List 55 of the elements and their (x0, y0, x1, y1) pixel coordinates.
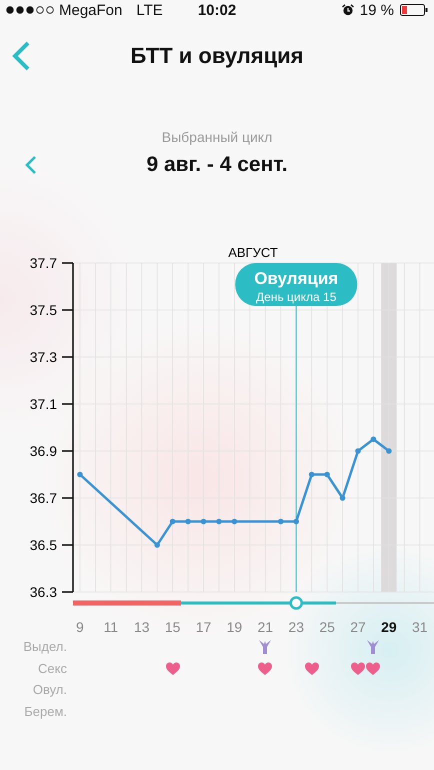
temperature-point (185, 518, 191, 524)
x-tick-label: 27 (350, 619, 366, 635)
mark-row-label: Выдел. (22, 639, 67, 654)
signal-icon (6, 6, 54, 14)
x-tick-label: 21 (258, 619, 274, 635)
temperature-point (170, 518, 176, 524)
y-tick-label: 36.3 (30, 584, 57, 600)
x-tick-label: 19 (226, 619, 242, 635)
temperature-point (232, 518, 238, 524)
battery-percent: 19 % (360, 2, 394, 18)
previous-cycle-button[interactable] (24, 154, 38, 176)
cycle-day-label: День цикла 15 (256, 290, 336, 304)
screen-title: БТТ и овуляция (130, 42, 304, 70)
clock: 10:02 (198, 2, 236, 18)
y-tick-label: 36.9 (30, 443, 57, 459)
y-tick-label: 36.7 (30, 490, 57, 506)
temperature-point (355, 448, 361, 454)
mark-row-label: Секс (37, 660, 67, 676)
x-tick-label: 17 (196, 619, 212, 635)
battery-icon (400, 4, 428, 16)
carrier-name: MegaFon (59, 2, 122, 18)
temperature-point (308, 472, 314, 478)
temperature-point (340, 495, 346, 501)
mark-row-label: Овул. (32, 682, 67, 698)
temperature-point (324, 472, 330, 478)
x-tick-label: 13 (134, 619, 150, 635)
x-tick-label: 29 (381, 619, 397, 635)
y-tick-label: 37.3 (30, 349, 57, 365)
x-tick-label: 9 (76, 619, 84, 635)
x-tick-label: 31 (412, 619, 428, 635)
chart-title: АВГУСТ (228, 245, 278, 260)
temperature-point (293, 518, 299, 524)
mark-row-label: Берем. (23, 704, 67, 719)
alarm-icon (342, 4, 354, 16)
y-tick-label: 37.5 (30, 302, 57, 318)
temperature-point (386, 448, 392, 454)
ovulation-label: Овуляция (254, 269, 338, 288)
y-tick-label: 37.7 (30, 255, 57, 271)
x-tick-label: 25 (319, 619, 335, 635)
temperature-point (216, 518, 222, 524)
network-type: LTE (136, 2, 163, 18)
x-tick-label: 23 (288, 619, 304, 635)
back-button[interactable] (10, 40, 32, 72)
x-tick-label: 11 (104, 619, 118, 635)
cycle-range: 9 авг. - 4 сент. (146, 153, 288, 177)
temperature-point (77, 472, 83, 478)
x-tick-label: 15 (164, 619, 180, 635)
temperature-point (278, 518, 284, 524)
y-tick-label: 36.5 (30, 537, 57, 553)
temperature-point (154, 542, 160, 548)
slider-thumb[interactable] (289, 596, 303, 610)
temperature-point (200, 518, 206, 524)
y-tick-label: 37.1 (30, 396, 57, 412)
temperature-point (370, 436, 376, 442)
cycle-caption: Выбранный цикл (162, 129, 272, 145)
